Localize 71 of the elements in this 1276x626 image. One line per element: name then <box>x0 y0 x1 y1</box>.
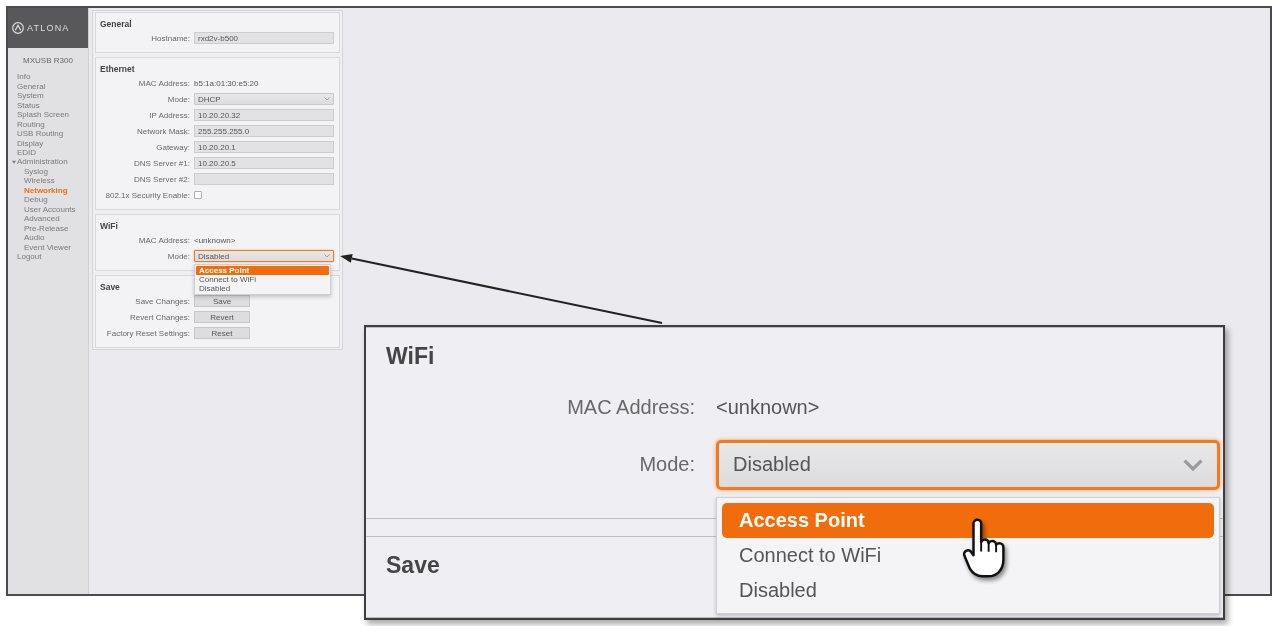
nav-item[interactable]: Display <box>17 138 44 148</box>
field-label: MAC Address: <box>138 78 190 88</box>
nav-subitem[interactable]: Debug <box>24 195 48 205</box>
nav-subitem[interactable]: Advanced <box>24 214 60 224</box>
nav-subitem[interactable]: Pre-Release <box>24 223 69 233</box>
select-field[interactable]: DHCP <box>194 93 334 105</box>
field-label: Save Changes: <box>135 296 190 306</box>
hand-cursor-icon <box>962 517 1008 579</box>
field-label: MAC Address: <box>138 235 190 245</box>
select-field[interactable]: Disabled <box>194 250 334 262</box>
chevron-down-icon <box>324 254 330 258</box>
dropdown-option[interactable]: Access Point <box>196 266 329 275</box>
nav-item[interactable]: System <box>17 90 44 101</box>
field-value: <unknown> <box>194 235 236 245</box>
nav-subitem[interactable]: Wireless <box>24 176 55 186</box>
action-button[interactable]: Reset <box>194 327 250 339</box>
field-label: Revert Changes: <box>129 312 190 322</box>
nav-subitem[interactable]: Syslog <box>24 166 48 177</box>
nav-item[interactable]: Logout <box>17 251 42 262</box>
field-label: Mode: <box>167 251 190 261</box>
field-label: Network Mask: <box>137 126 190 136</box>
nav-subitem[interactable]: User Accounts <box>24 204 76 215</box>
device-name: MXUSB R300 <box>22 56 74 66</box>
chevron-down-icon <box>1183 458 1203 471</box>
text-field[interactable] <box>194 173 334 185</box>
nav-item[interactable]: Routing <box>17 119 45 129</box>
text-field[interactable]: rxd2v-b500 <box>194 32 334 44</box>
field-label: Mode: <box>639 453 695 476</box>
text-field[interactable]: 255.255.255.0 <box>194 125 334 137</box>
nav-item[interactable]: Info <box>17 72 31 82</box>
field-label: Mode: <box>167 94 190 104</box>
action-button[interactable]: Revert <box>194 311 250 323</box>
field-label: MAC Address: <box>567 395 695 419</box>
section-title: WiFi <box>386 342 435 370</box>
nav-item[interactable]: Administration <box>12 157 68 167</box>
nav-item[interactable]: USB Routing <box>17 128 64 139</box>
section-title: General <box>100 18 132 30</box>
nav-item[interactable]: Splash Screen <box>17 109 70 120</box>
nav-item[interactable]: General <box>17 81 46 91</box>
select-field[interactable]: Disabled <box>716 439 1220 490</box>
field-value: b5:1a:01:30:e5:20 <box>194 78 259 88</box>
section-title: Save <box>386 551 440 579</box>
field-label: 802.1x Security Enable: <box>105 190 190 200</box>
dropdown-option[interactable]: Access Point <box>722 502 1214 538</box>
text-field[interactable]: 10.20.20.32 <box>194 109 334 121</box>
dropdown-option[interactable]: Disabled <box>722 572 1214 608</box>
field-label: Hostname: <box>151 33 190 43</box>
nav-subitem[interactable]: Audio <box>24 232 45 243</box>
dropdown-option[interactable]: Connect to WiFi <box>196 275 329 284</box>
logo-text: ATLONA <box>27 23 70 33</box>
section-title: Ethernet <box>100 63 135 75</box>
field-label: DNS Server #2: <box>133 174 190 184</box>
nav-subitem[interactable]: Networking <box>24 185 68 196</box>
nav-item[interactable]: EDID <box>17 147 37 158</box>
text-field[interactable]: 10.20.20.5 <box>194 157 334 169</box>
field-label: Factory Reset Settings: <box>106 328 190 338</box>
field-label: IP Address: <box>149 110 190 120</box>
logo-icon <box>12 22 24 34</box>
dropdown-option[interactable]: Connect to WiFi <box>722 537 1214 573</box>
action-button[interactable]: Save <box>194 295 250 307</box>
chevron-down-icon <box>324 97 330 101</box>
section-title: Save <box>100 281 120 293</box>
field-label: DNS Server #1: <box>133 158 190 168</box>
nav-item[interactable]: Status <box>17 100 40 110</box>
field-value: <unknown> <box>716 395 820 419</box>
field-label: Gateway: <box>156 142 190 152</box>
checkbox[interactable] <box>194 191 202 199</box>
dropdown-option[interactable]: Disabled <box>196 284 329 293</box>
section-title: WiFi <box>100 220 118 232</box>
text-field[interactable]: 10.20.20.1 <box>194 141 334 153</box>
nav-subitem[interactable]: Event Viewer <box>24 242 71 252</box>
